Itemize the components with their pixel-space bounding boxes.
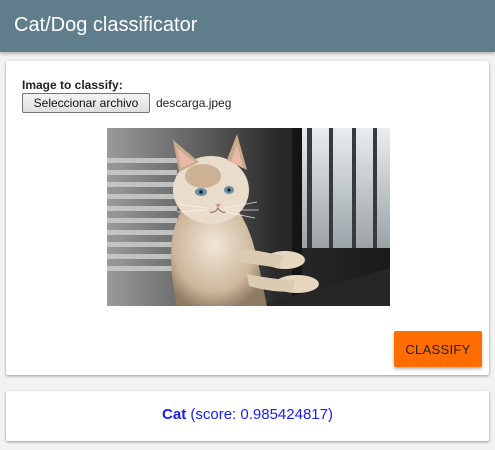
image-preview <box>107 128 390 306</box>
selected-file-name: descarga.jpeg <box>156 96 232 110</box>
image-field-label: Image to classify: <box>22 78 123 92</box>
predicted-label: Cat <box>162 406 187 423</box>
classify-button[interactable]: CLASSIFY <box>394 331 482 367</box>
result-card: Cat (score: 0.985424817) <box>6 391 489 441</box>
app-bar: Cat/Dog classificator <box>0 0 495 52</box>
choose-file-button[interactable]: Seleccionar archivo <box>22 93 150 113</box>
result-line: Cat (score: 0.985424817) <box>6 406 489 424</box>
prediction-score: (score: 0.985424817) <box>186 406 333 423</box>
app-title: Cat/Dog classificator <box>14 14 198 36</box>
classify-form-card: Image to classify: Seleccionar archivo d… <box>6 61 489 375</box>
